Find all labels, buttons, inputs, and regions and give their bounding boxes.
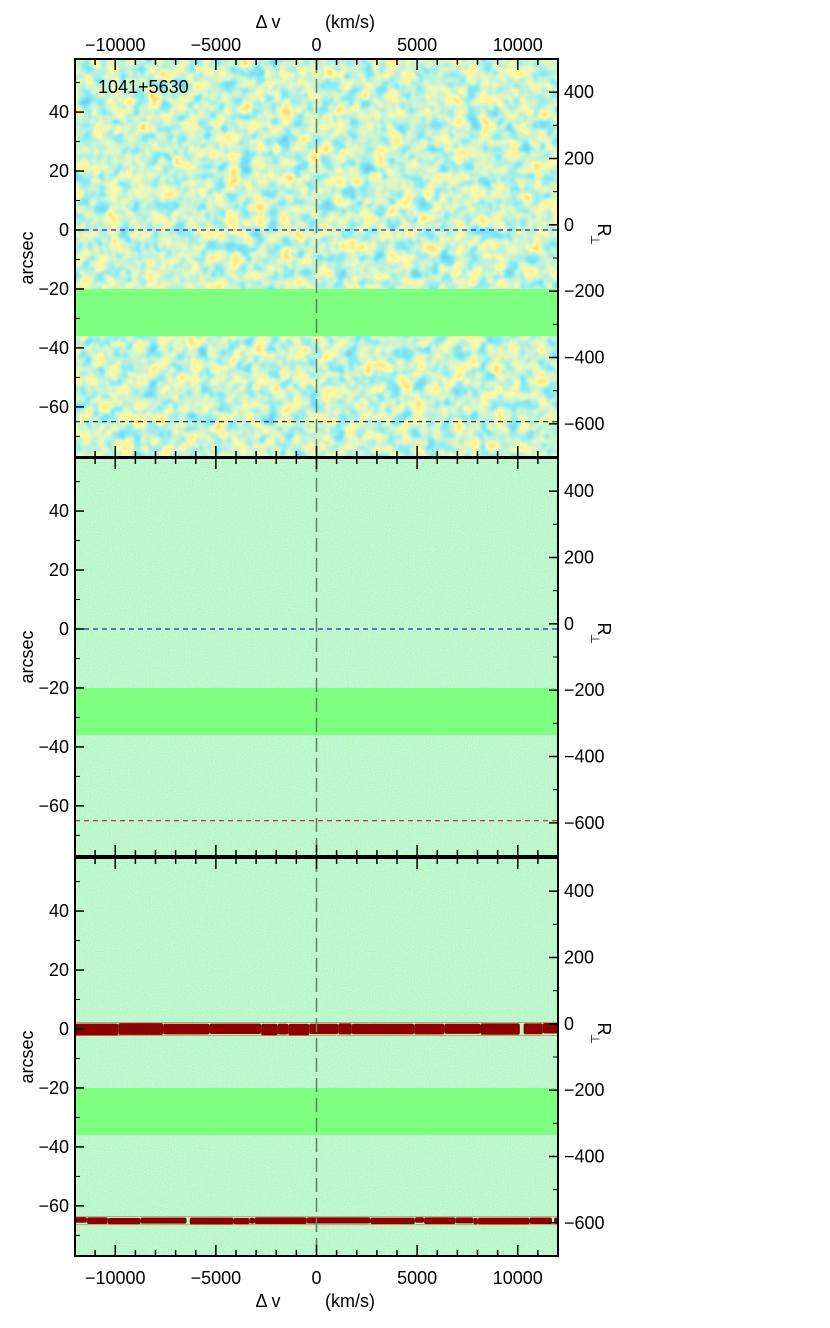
top-axis-title: Δ v [255, 12, 280, 32]
right-tick-label: 200 [564, 149, 594, 169]
y-tick-label: 20 [49, 960, 69, 980]
y-tick-label: 40 [49, 501, 69, 521]
right-tick-label: −200 [564, 281, 605, 301]
right-tick-label: 0 [564, 1014, 574, 1034]
x-tick-label: 5000 [397, 1268, 437, 1288]
figure: 40200−20−40−604002000−200−400−60040200−2… [17, 12, 614, 1311]
trace-segment [140, 1217, 187, 1224]
trace-segment [370, 1217, 415, 1225]
y-tick-label: −40 [38, 1137, 69, 1157]
right-tick-label: −400 [564, 1147, 605, 1167]
trace-segment [86, 1217, 108, 1224]
y-tick-label: 0 [59, 619, 69, 639]
panel-traces [75, 858, 558, 1256]
y-tick-label: 40 [49, 901, 69, 921]
top-axis-unit: (km/s) [325, 12, 375, 32]
y-tick-label: −40 [38, 338, 69, 358]
trace-segment [480, 1023, 520, 1035]
y-tick-label: −60 [38, 1196, 69, 1216]
right-tick-label: 400 [564, 481, 594, 501]
trace-segment [75, 1217, 87, 1223]
y-tick-label: −60 [38, 796, 69, 816]
trace-segment [444, 1023, 481, 1034]
trace-segment [288, 1023, 310, 1036]
noise-map [75, 858, 558, 1256]
right-tick-label: −600 [564, 414, 605, 434]
trace-segment [261, 1023, 278, 1036]
right-tick-label: 0 [564, 614, 574, 634]
trace-segment [118, 1023, 164, 1035]
trace-segment [277, 1023, 289, 1035]
right-tick-label: 0 [564, 215, 574, 235]
noise-map [75, 458, 558, 856]
trace-segment [254, 1217, 307, 1224]
y-axis-title: arcsec [17, 1030, 37, 1083]
bottom-axis-title: Δ v [255, 1291, 280, 1311]
trace-segment [455, 1217, 474, 1224]
x-tick-label: 0 [311, 1268, 321, 1288]
x-tick-label: −5000 [191, 1268, 242, 1288]
trace-segment [338, 1023, 352, 1035]
x-tick-label: 5000 [397, 35, 437, 55]
right-tick-label: 400 [564, 881, 594, 901]
right-tick-label: 200 [564, 948, 594, 968]
right-tick-label: −600 [564, 1213, 605, 1233]
noise-map [75, 59, 558, 457]
trace-segment [542, 1023, 558, 1034]
object-id-label: 1041+5630 [98, 77, 189, 97]
y-tick-label: −20 [38, 678, 69, 698]
trace-segment [233, 1218, 250, 1225]
y-tick-label: −40 [38, 737, 69, 757]
trace-segment [473, 1217, 478, 1225]
right-tick-label: −400 [564, 348, 605, 368]
y-tick-label: 40 [49, 102, 69, 122]
x-tick-label: −10000 [85, 1268, 146, 1288]
trace-segment [209, 1023, 262, 1035]
trace-segment [477, 1217, 530, 1225]
y-tick-label: 0 [59, 1019, 69, 1039]
trace-segment [414, 1217, 425, 1223]
trace-segment [424, 1217, 456, 1225]
trace-segment [351, 1023, 415, 1035]
right-tick-label: 200 [564, 548, 594, 568]
trace-segment [107, 1217, 141, 1225]
y-tick-label: 20 [49, 560, 69, 580]
bottom-axis-unit: (km/s) [325, 1291, 375, 1311]
trace-segment [163, 1023, 210, 1035]
trace-segment [189, 1217, 234, 1225]
right-tick-label: −400 [564, 747, 605, 767]
y-tick-label: −60 [38, 397, 69, 417]
trace-segment [414, 1023, 445, 1035]
x-tick-label: −10000 [85, 35, 146, 55]
right-tick-label: −200 [564, 680, 605, 700]
right-tick-label: −200 [564, 1080, 605, 1100]
panel-noise [75, 458, 558, 856]
x-tick-label: 10000 [493, 1268, 543, 1288]
panel-smoothed [75, 59, 558, 457]
trace-segment [523, 1023, 543, 1035]
y-tick-label: 0 [59, 220, 69, 240]
x-tick-label: 0 [311, 35, 321, 55]
y-axis-title: arcsec [17, 630, 37, 683]
top-x-labels: −10000 −5000 0 5000 10000 [85, 35, 543, 55]
trace-segment [249, 1217, 255, 1224]
x-tick-label: 10000 [493, 35, 543, 55]
y-tick-label: −20 [38, 279, 69, 299]
y-axis-title: arcsec [17, 231, 37, 284]
y-tick-label: 20 [49, 161, 69, 181]
right-axis-title-subscript: ⊥ [588, 235, 602, 245]
right-axis-title-subscript: ⊥ [588, 634, 602, 644]
y-tick-label: −20 [38, 1078, 69, 1098]
x-tick-label: −5000 [191, 35, 242, 55]
right-tick-label: 400 [564, 82, 594, 102]
trace-segment [309, 1023, 339, 1035]
trace-segment [529, 1217, 552, 1224]
right-tick-label: −600 [564, 813, 605, 833]
right-axis-title-subscript: ⊥ [588, 1034, 602, 1044]
bottom-x-labels: −10000 −5000 0 5000 10000 [85, 1268, 543, 1288]
